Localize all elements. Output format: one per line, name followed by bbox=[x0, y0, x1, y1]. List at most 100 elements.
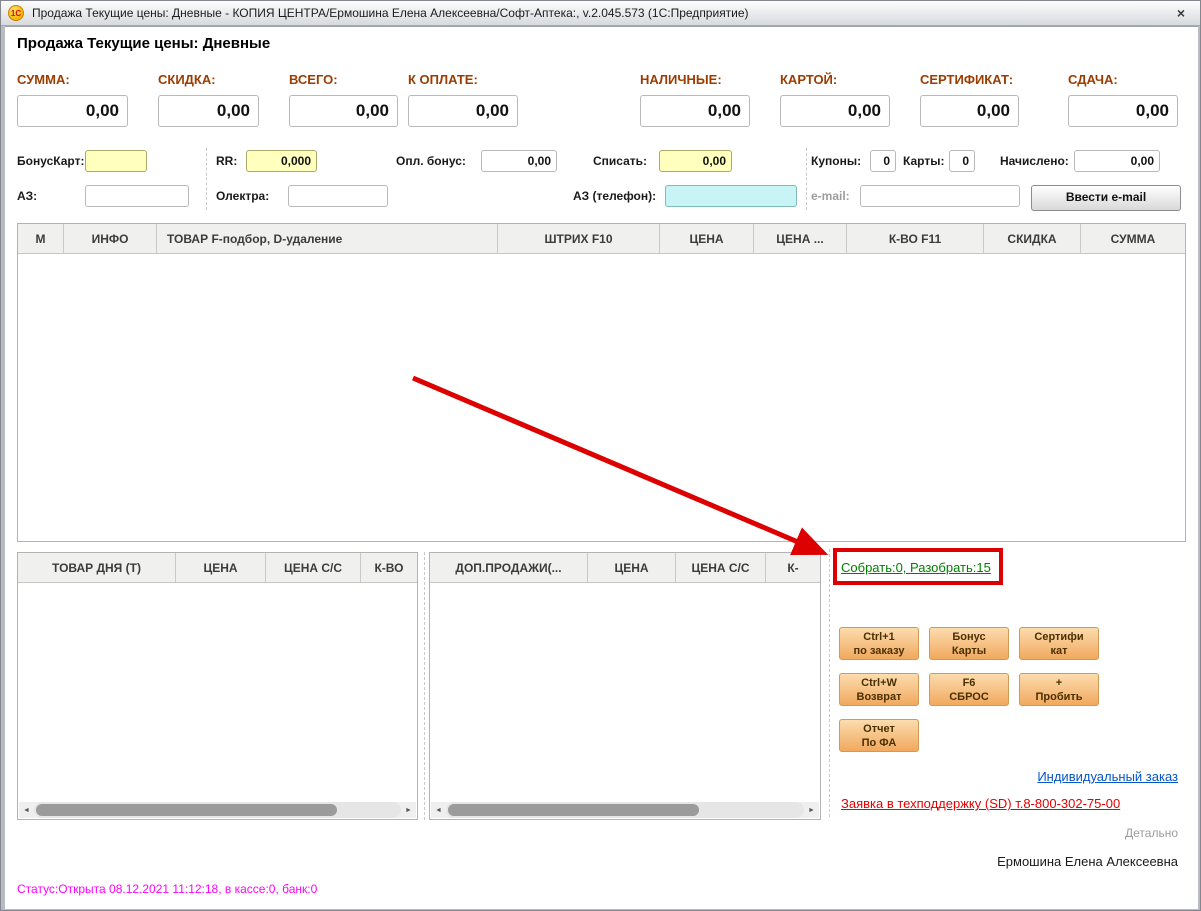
sale-items-body[interactable] bbox=[18, 254, 1185, 541]
return-button[interactable]: Ctrl+W Возврат bbox=[839, 673, 919, 706]
scroll-thumb[interactable] bbox=[448, 804, 699, 816]
sum-value: 0,00 bbox=[17, 95, 128, 127]
status-bar: Статус:Открыта 08.12.2021 11:12:18, в ка… bbox=[17, 882, 317, 896]
support-link[interactable]: Заявка в техподдержку (SD) т.8-800-302-7… bbox=[841, 796, 1120, 811]
enter-email-button[interactable]: Ввести e-mail bbox=[1031, 185, 1181, 211]
to-pay-label: К ОПЛАТЕ: bbox=[408, 72, 478, 87]
rr-input[interactable] bbox=[246, 150, 317, 172]
scroll-left-icon[interactable]: ◄ bbox=[431, 802, 446, 818]
sum-label: СУММА: bbox=[17, 72, 70, 87]
col-upsell-price-cc[interactable]: ЦЕНА С/С bbox=[676, 553, 766, 582]
individual-order-link[interactable]: Индивидуальный заказ bbox=[1037, 769, 1178, 784]
col-info[interactable]: ИНФО bbox=[64, 224, 157, 253]
olektra-input[interactable] bbox=[288, 185, 388, 207]
assemble-disassemble-link[interactable]: Собрать:0, Разобрать:15 bbox=[841, 560, 991, 575]
upsell-header: ДОП.ПРОДАЖИ(... ЦЕНА ЦЕНА С/С К- bbox=[430, 553, 820, 583]
scroll-track[interactable] bbox=[34, 802, 401, 818]
col-day-price[interactable]: ЦЕНА bbox=[176, 553, 266, 582]
upsell-scrollbar[interactable]: ◄ ► bbox=[431, 802, 819, 818]
button-line: Сертифи bbox=[1034, 630, 1083, 644]
product-of-day-header: ТОВАР ДНЯ (Т) ЦЕНА ЦЕНА С/С К-ВО bbox=[18, 553, 417, 583]
col-day-qty[interactable]: К-ВО bbox=[361, 553, 417, 582]
email-input[interactable] bbox=[860, 185, 1020, 207]
cards-input[interactable] bbox=[949, 150, 975, 172]
writeoff-input[interactable] bbox=[659, 150, 732, 172]
title-bar: 1С Продажа Текущие цены: Дневные - КОПИЯ… bbox=[1, 1, 1200, 26]
button-line: СБРОС bbox=[949, 690, 989, 704]
content-area: Продажа Текущие цены: Дневные СУММА: СКИ… bbox=[5, 26, 1198, 909]
col-upsell-qty[interactable]: К- bbox=[766, 553, 820, 582]
button-line: + bbox=[1056, 676, 1062, 690]
accrued-label: Начислено: bbox=[1000, 154, 1069, 168]
cash-label: НАЛИЧНЫЕ: bbox=[640, 72, 722, 87]
discount-label: СКИДКА: bbox=[158, 72, 216, 87]
az-phone-label: АЗ (телефон): bbox=[573, 189, 656, 203]
col-barcode[interactable]: ШТРИХ F10 bbox=[498, 224, 660, 253]
punch-button[interactable]: + Пробить bbox=[1019, 673, 1099, 706]
scroll-left-icon[interactable]: ◄ bbox=[19, 802, 34, 818]
col-upsell-price[interactable]: ЦЕНА bbox=[588, 553, 676, 582]
paid-bonus-input[interactable] bbox=[481, 150, 557, 172]
product-of-day-table[interactable]: ТОВАР ДНЯ (Т) ЦЕНА ЦЕНА С/С К-ВО ◄ ► bbox=[17, 552, 418, 820]
button-line: по заказу bbox=[854, 644, 905, 658]
rr-label: RR: bbox=[216, 154, 237, 168]
cashier-name: Ермошина Елена Алексеевна bbox=[997, 854, 1178, 869]
bonus-card-input[interactable] bbox=[85, 150, 147, 172]
change-label: СДАЧА: bbox=[1068, 72, 1118, 87]
col-day-product[interactable]: ТОВАР ДНЯ (Т) bbox=[18, 553, 176, 582]
close-icon[interactable]: × bbox=[1172, 4, 1190, 22]
button-line: кат bbox=[1050, 644, 1067, 658]
app-logo-icon: 1С bbox=[8, 5, 24, 21]
col-m[interactable]: М bbox=[18, 224, 64, 253]
app-window: 1С Продажа Текущие цены: Дневные - КОПИЯ… bbox=[0, 0, 1201, 911]
button-line: Отчет bbox=[863, 722, 895, 736]
button-line: Ctrl+W bbox=[861, 676, 897, 690]
upsell-table[interactable]: ДОП.ПРОДАЖИ(... ЦЕНА ЦЕНА С/С К- ◄ ► bbox=[429, 552, 821, 820]
to-pay-value: 0,00 bbox=[408, 95, 518, 127]
paid-bonus-label: Опл. бонус: bbox=[396, 154, 466, 168]
scroll-right-icon[interactable]: ► bbox=[804, 802, 819, 818]
fa-report-button[interactable]: Отчет По ФА bbox=[839, 719, 919, 752]
email-label: e-mail: bbox=[811, 189, 850, 203]
col-qty[interactable]: К-ВО F11 bbox=[847, 224, 984, 253]
col-price2[interactable]: ЦЕНА ... bbox=[754, 224, 847, 253]
product-of-day-scrollbar[interactable]: ◄ ► bbox=[19, 802, 416, 818]
cards-label: Карты: bbox=[903, 154, 944, 168]
button-line: Ctrl+1 bbox=[863, 630, 895, 644]
certificate-button[interactable]: Сертифи кат bbox=[1019, 627, 1099, 660]
button-line: Карты bbox=[952, 644, 986, 658]
accrued-input[interactable] bbox=[1074, 150, 1160, 172]
card-value: 0,00 bbox=[780, 95, 890, 127]
button-line: Бонус bbox=[952, 630, 985, 644]
col-discount[interactable]: СКИДКА bbox=[984, 224, 1081, 253]
certificate-value: 0,00 bbox=[920, 95, 1019, 127]
coupons-input[interactable] bbox=[870, 150, 896, 172]
col-price[interactable]: ЦЕНА bbox=[660, 224, 754, 253]
separator bbox=[806, 148, 807, 210]
reset-button[interactable]: F6 СБРОС bbox=[929, 673, 1009, 706]
window-title: Продажа Текущие цены: Дневные - КОПИЯ ЦЕ… bbox=[32, 6, 749, 20]
az-phone-input[interactable] bbox=[665, 185, 797, 207]
col-day-price-cc[interactable]: ЦЕНА С/С bbox=[266, 553, 361, 582]
button-line: Пробить bbox=[1035, 690, 1082, 704]
scroll-right-icon[interactable]: ► bbox=[401, 802, 416, 818]
button-line: Возврат bbox=[857, 690, 902, 704]
card-label: КАРТОЙ: bbox=[780, 72, 837, 87]
page-title: Продажа Текущие цены: Дневные bbox=[17, 35, 270, 52]
cash-value: 0,00 bbox=[640, 95, 750, 127]
scroll-track[interactable] bbox=[446, 802, 804, 818]
col-upsell-product[interactable]: ДОП.ПРОДАЖИ(... bbox=[430, 553, 588, 582]
col-sum[interactable]: СУММА bbox=[1081, 224, 1185, 253]
bonus-cards-button[interactable]: Бонус Карты bbox=[929, 627, 1009, 660]
col-product[interactable]: ТОВАР F-подбор, D-удаление bbox=[157, 224, 498, 253]
az-input[interactable] bbox=[85, 185, 189, 207]
sale-items-header: М ИНФО ТОВАР F-подбор, D-удаление ШТРИХ … bbox=[18, 224, 1185, 254]
separator bbox=[829, 549, 830, 817]
olektra-label: Олектра: bbox=[216, 189, 269, 203]
total-label: ВСЕГО: bbox=[289, 72, 338, 87]
change-value: 0,00 bbox=[1068, 95, 1178, 127]
scroll-thumb[interactable] bbox=[36, 804, 337, 816]
sale-items-table[interactable]: М ИНФО ТОВАР F-подбор, D-удаление ШТРИХ … bbox=[17, 223, 1186, 542]
discount-value: 0,00 bbox=[158, 95, 259, 127]
order-button[interactable]: Ctrl+1 по заказу bbox=[839, 627, 919, 660]
